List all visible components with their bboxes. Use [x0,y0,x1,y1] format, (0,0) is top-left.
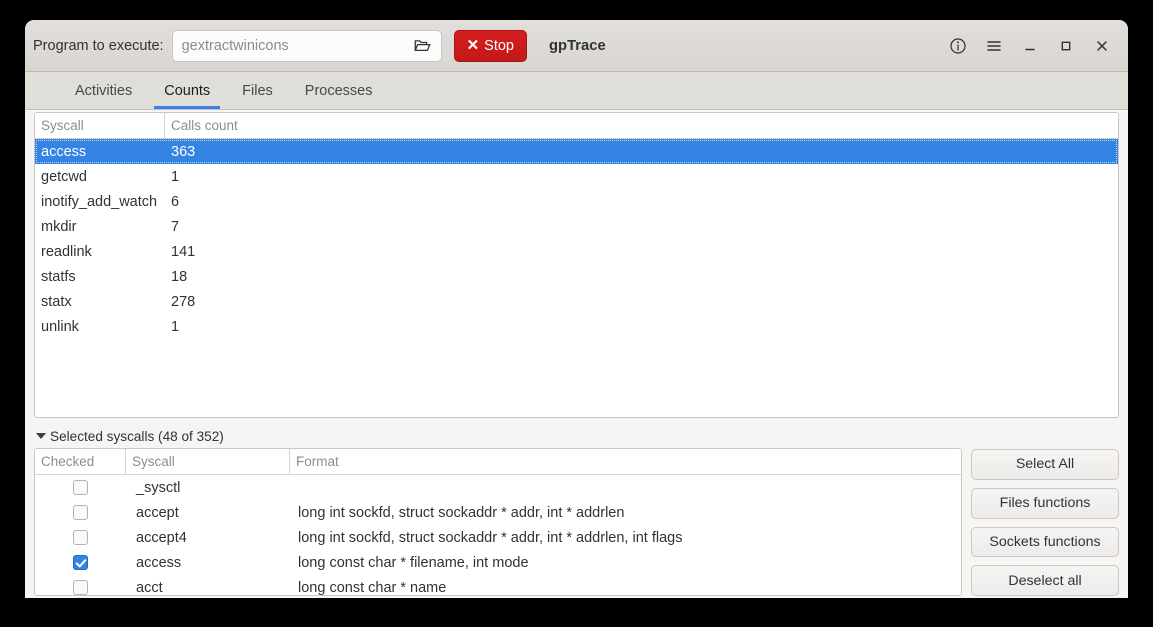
table-row[interactable]: readlink 141 [35,239,1118,264]
stop-button[interactable]: ✕ Stop [453,29,527,62]
list-item[interactable]: accept4 long int sockfd, struct sockaddr… [35,525,961,550]
maximize-button[interactable] [1050,30,1082,62]
sockets-functions-label: Sockets functions [989,533,1101,550]
program-label: Program to execute: [33,37,164,54]
column-header-syscall[interactable]: Syscall [126,449,290,474]
tab-files-label: Files [242,82,273,99]
column-header-calls-count[interactable]: Calls count [165,113,1118,138]
list-item[interactable]: access long const char * filename, int m… [35,550,961,575]
tab-counts[interactable]: Counts [148,72,226,109]
side-button-group: Select All Files functions Sockets funct… [971,448,1119,596]
cell-syscall: access [136,554,182,571]
cell-count: 1 [171,168,180,185]
cell-syscall: readlink [41,243,92,260]
row-checkbox[interactable] [73,530,88,545]
cell-syscall: _sysctl [136,479,181,496]
cell-syscall: statx [41,293,72,310]
cell-checked [35,480,126,495]
cell-checked [35,555,126,570]
window-controls [942,30,1118,62]
main-content: Syscall Calls count access 363 getcwd 1 … [25,110,1128,598]
cell-syscall: statfs [41,268,76,285]
column-header-syscall[interactable]: Syscall [35,113,165,138]
files-functions-button[interactable]: Files functions [971,487,1119,519]
row-checkbox[interactable] [73,555,88,570]
cell-checked [35,580,126,595]
counts-table-header: Syscall Calls count [35,113,1118,139]
tab-processes[interactable]: Processes [289,72,389,109]
syscalls-table-header: Checked Syscall Format [35,449,961,475]
minimize-button[interactable] [1014,30,1046,62]
cell-count: 6 [171,193,180,210]
tab-bar: Activities Counts Files Processes [25,72,1128,110]
syscalls-table-body: _sysctl accept long int sockfd, struct s… [35,475,961,595]
row-checkbox[interactable] [73,505,88,520]
column-header-checked[interactable]: Checked [35,449,126,474]
table-row[interactable]: unlink 1 [35,314,1118,339]
info-button[interactable] [942,30,974,62]
cell-checked [35,505,126,520]
menu-button[interactable] [978,30,1010,62]
cell-count: 1 [171,318,180,335]
lower-section: Checked Syscall Format _sysctl accept lo… [34,448,1119,598]
cell-syscall: accept [136,504,179,521]
tab-processes-label: Processes [304,82,373,99]
table-row[interactable]: inotify_add_watch 6 [35,189,1118,214]
table-row[interactable]: statfs 18 [35,264,1118,289]
counts-table: Syscall Calls count access 363 getcwd 1 … [34,112,1119,418]
stop-button-label: Stop [484,37,514,54]
close-x-icon: ✕ [466,37,480,54]
cell-count: 141 [171,243,196,260]
list-item[interactable]: accept long int sockfd, struct sockaddr … [35,500,961,525]
select-all-button[interactable]: Select All [971,449,1119,480]
deselect-all-label: Deselect all [1008,572,1082,589]
row-checkbox[interactable] [73,580,88,595]
cell-format: long const char * filename, int mode [298,554,529,571]
table-row[interactable]: statx 278 [35,289,1118,314]
selected-syscalls-label: Selected syscalls (48 of 352) [50,428,224,444]
cell-syscall: mkdir [41,218,77,235]
tab-activities[interactable]: Activities [59,72,148,109]
chevron-down-icon [36,433,46,439]
app-title: gpTrace [549,37,606,54]
cell-syscall: unlink [41,318,79,335]
header-bar: Program to execute: gextractwinicons ✕ S… [25,20,1128,72]
table-row[interactable]: getcwd 1 [35,164,1118,189]
program-input[interactable]: gextractwinicons [182,38,411,54]
program-input-wrapper[interactable]: gextractwinicons [171,29,442,62]
tab-activities-label: Activities [75,82,133,99]
cell-format: long int sockfd, struct sockaddr * addr,… [298,504,625,521]
cell-syscall: access [41,143,87,160]
files-functions-label: Files functions [999,495,1091,512]
row-checkbox[interactable] [73,480,88,495]
counts-table-body: access 363 getcwd 1 inotify_add_watch 6 … [35,139,1118,417]
table-row[interactable]: mkdir 7 [35,214,1118,239]
selected-syscalls-expander[interactable]: Selected syscalls (48 of 352) [34,424,1119,448]
cell-syscall: accept4 [136,529,187,546]
cell-checked [35,530,126,545]
cell-count: 18 [171,268,188,285]
cell-count: 7 [171,218,180,235]
list-item[interactable]: _sysctl [35,475,961,500]
syscalls-table: Checked Syscall Format _sysctl accept lo… [34,448,962,596]
cell-syscall: getcwd [41,168,87,185]
application-window: Program to execute: gextractwinicons ✕ S… [25,20,1128,598]
cell-syscall: inotify_add_watch [41,193,158,210]
tab-counts-label: Counts [164,82,211,99]
cell-format: long int sockfd, struct sockaddr * addr,… [298,529,683,546]
column-header-format[interactable]: Format [290,449,961,474]
table-row[interactable]: access 363 [35,139,1118,164]
close-button[interactable] [1086,30,1118,62]
list-item[interactable]: acct long const char * name [35,575,961,595]
folder-open-icon[interactable] [411,34,435,58]
cell-count: 363 [171,143,196,160]
select-all-label: Select All [1015,456,1075,473]
cell-count: 278 [171,293,196,310]
deselect-all-button[interactable]: Deselect all [971,565,1119,596]
cell-syscall: acct [136,579,163,596]
cell-format: long const char * name [298,579,447,596]
sockets-functions-button[interactable]: Sockets functions [971,526,1119,558]
tab-files[interactable]: Files [226,72,289,109]
